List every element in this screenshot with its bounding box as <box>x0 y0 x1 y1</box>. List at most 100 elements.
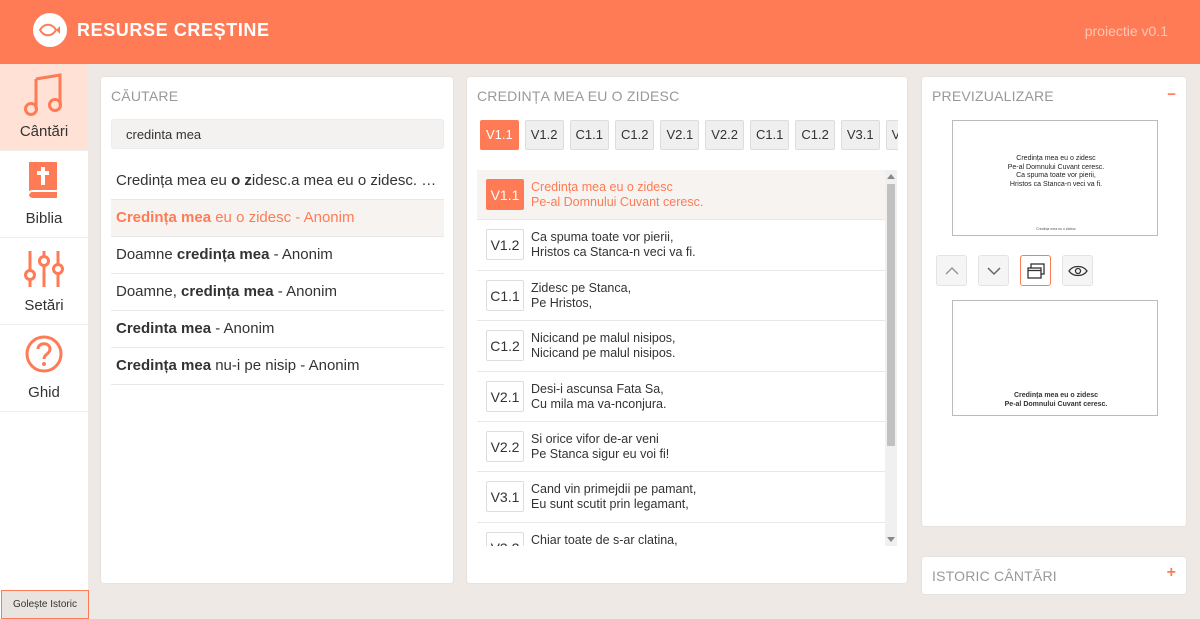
toggle-window-button[interactable] <box>1020 255 1051 286</box>
search-result-item[interactable]: Credința mea eu o zidesc.a mea eu o zide… <box>111 163 444 200</box>
verse-row[interactable]: V3.2 Chiar toate de s-ar clatina, <box>477 523 887 546</box>
history-title: ISTORIC CÂNTĂRI <box>932 568 1057 584</box>
previous-slide-button[interactable] <box>936 255 967 286</box>
preview-footer: Credința mea eu o zidesc <box>1036 227 1076 231</box>
result-match: o z <box>231 172 252 189</box>
verse-label: V2.2 <box>486 430 524 462</box>
eye-icon <box>1067 265 1088 276</box>
sidebar-item-cantari[interactable]: Cântări <box>0 64 88 151</box>
verse-line: Zidesc pe Stanca, <box>531 280 632 295</box>
preview-slide-text: Credința mea eu o zidesc Pe-al Domnului … <box>953 155 1159 189</box>
sidebar-item-label: Cântări <box>19 123 69 140</box>
result-match: credința mea <box>176 246 270 263</box>
verse-row[interactable]: V3.1 Cand vin primejdii pe pamant, Eu sunt… <box>477 472 887 523</box>
verse-chip[interactable]: V2.2 <box>705 120 744 150</box>
result-text: - Anonim <box>269 246 333 263</box>
verse-chip[interactable]: C1.2 <box>795 120 835 150</box>
verse-label: V1.2 <box>486 229 524 261</box>
result-text: Credința mea eu <box>116 172 232 189</box>
verse-chip[interactable]: V1.1 <box>480 120 519 150</box>
preview-panel: PREVIZUALIZARE − Credința mea eu o zides… <box>922 77 1186 526</box>
verse-chip[interactable]: V1.2 <box>524 120 564 150</box>
search-result-item[interactable]: Doamne, credința mea - Anonim <box>111 274 444 311</box>
verse-chip[interactable]: V3.1 <box>840 120 880 150</box>
scroll-down-arrow[interactable] <box>887 537 895 542</box>
verse-chip[interactable]: C1.2 <box>614 120 655 150</box>
preview-line: Hristos ca Stanca-n veci va fi. <box>1009 180 1103 188</box>
scroll-thumb[interactable] <box>887 184 895 446</box>
sliders-icon <box>24 251 64 287</box>
verse-label: C1.1 <box>486 279 524 311</box>
verse-line: Nicicand pe malul nisipos. <box>531 346 676 361</box>
live-view-button[interactable] <box>1062 255 1093 286</box>
verse-list: V1.1 Credința mea eu o zidesc Pe-al Domnul… <box>477 170 887 546</box>
song-title: CREDINȚA MEA EU O ZIDESC <box>477 88 680 104</box>
verse-chip[interactable]: V3.2 <box>885 120 898 150</box>
sidebar-item-biblia[interactable]: Biblia <box>0 151 88 238</box>
verse-text: Si orice vifor de-ar veni Pe Stanca sigur… <box>531 432 669 462</box>
sidebar-item-label: Biblia <box>25 210 63 227</box>
verse-row[interactable]: V1.2 Ca spuma toate vor pierii, Hristos ca… <box>477 220 887 271</box>
verse-line: Cand vin primejdii pe pamant, <box>531 482 697 497</box>
sidebar: Cântări Biblia Setări Ghid <box>0 64 88 619</box>
verse-row[interactable]: V2.1 Desi-i ascunsa Fata Sa, Cu mila ma va… <box>477 372 887 422</box>
verse-row[interactable]: V1.1 Credința mea eu o zidesc Pe-al Domnul… <box>477 170 887 221</box>
music-note-icon <box>24 73 62 116</box>
search-result-item[interactable]: Credinta mea - Anonim <box>111 311 444 348</box>
result-match: Credinta mea <box>116 320 212 337</box>
preview-slide-live: Credința mea eu o zidesc Pe-al Domnului … <box>952 300 1158 416</box>
verse-label: V1.1 <box>486 179 524 210</box>
verse-line: Desi-i ascunsa Fata Sa, <box>531 381 664 396</box>
verse-row[interactable]: V2.2 Si orice vifor de-ar veni Pe Stanca s… <box>477 422 887 473</box>
verse-line: Chiar toate de s-ar clatina, <box>531 532 678 546</box>
chevron-up-icon <box>944 266 959 275</box>
sidebar-item-setari[interactable]: Setări <box>0 238 88 325</box>
fish-icon <box>33 13 67 47</box>
preview-line: Pe-al Domnului Cuvant ceresc. <box>1007 163 1105 171</box>
bible-icon <box>28 162 57 198</box>
history-panel[interactable]: ISTORIC CÂNTĂRI + <box>922 557 1186 594</box>
search-title: CĂUTARE <box>111 88 179 104</box>
brand-title: RESURSE CREȘTINE <box>77 20 270 40</box>
live-line: Pe-al Domnului Cuvant ceresc. <box>1004 400 1108 408</box>
verse-chip[interactable]: C1.1 <box>749 120 790 150</box>
next-slide-button[interactable] <box>978 255 1009 286</box>
verse-chip[interactable]: V2.1 <box>660 120 700 150</box>
search-result-item[interactable]: Credința mea eu o zidesc - Anonim <box>111 200 444 237</box>
windows-icon <box>1026 262 1045 279</box>
expand-history-button[interactable]: + <box>1167 564 1176 582</box>
verse-line: Credința mea eu o zidesc <box>531 180 673 194</box>
verse-text: Ca spuma toate vor pierii, Hristos ca Sta… <box>531 230 696 260</box>
verse-line: Pe-al Domnului Cuvant ceresc. <box>531 195 704 209</box>
search-input[interactable] <box>111 119 444 149</box>
result-text: - Anonim <box>211 320 275 337</box>
verse-line: Hristos ca Stanca-n veci va fi. <box>531 245 696 260</box>
result-text: Doamne, <box>116 283 182 300</box>
verse-row[interactable]: C1.1 Zidesc pe Stanca, Pe Hristos, <box>477 271 887 322</box>
preview-line: Credința mea eu o zidesc <box>1016 155 1096 162</box>
verse-text: Nicicand pe malul nisipos, Nicicand pe ma… <box>531 331 676 361</box>
result-text: nu-i pe nisip - Anonim <box>211 357 360 374</box>
search-result-item[interactable]: Doamne credința mea - Anonim <box>111 237 444 274</box>
result-match: Credința mea <box>116 209 212 226</box>
clear-history-button[interactable]: Golește Istoric <box>1 590 89 619</box>
search-result-item[interactable]: Credința mea nu-i pe nisip - Anonim <box>111 348 444 385</box>
verse-row[interactable]: C1.2 Nicicand pe malul nisipos, Nicicand p… <box>477 321 887 372</box>
verse-line: Ca spuma toate vor pierii, <box>531 230 674 245</box>
verse-line: Pe Hristos, <box>531 295 593 310</box>
search-panel: CĂUTARE Credința mea eu o zidesc.a mea e… <box>101 77 453 583</box>
chevron-down-icon <box>986 266 1001 275</box>
verse-scrollbar[interactable] <box>885 170 897 546</box>
result-match: credința mea <box>181 283 274 300</box>
scroll-up-arrow[interactable] <box>887 174 895 179</box>
verse-text: Desi-i ascunsa Fata Sa, Cu mila ma va-nco… <box>531 382 666 412</box>
verse-text: Credința mea eu o zidesc Pe-al Domnului C… <box>531 180 703 210</box>
verse-line: Cu mila ma va-nconjura. <box>531 396 667 411</box>
result-text: idesc.a mea eu o zidesc. - A... <box>251 172 444 189</box>
version-label: proiectie v0.1 <box>1084 23 1168 39</box>
sidebar-item-ghid[interactable]: Ghid <box>0 325 88 412</box>
preview-slide-current: Credința mea eu o zidesc Pe-al Domnului … <box>952 120 1158 236</box>
collapse-preview-button[interactable]: − <box>1167 86 1176 103</box>
verse-line: Pe Stanca sigur eu voi fi! <box>531 446 670 461</box>
verse-chip[interactable]: C1.1 <box>569 120 609 150</box>
